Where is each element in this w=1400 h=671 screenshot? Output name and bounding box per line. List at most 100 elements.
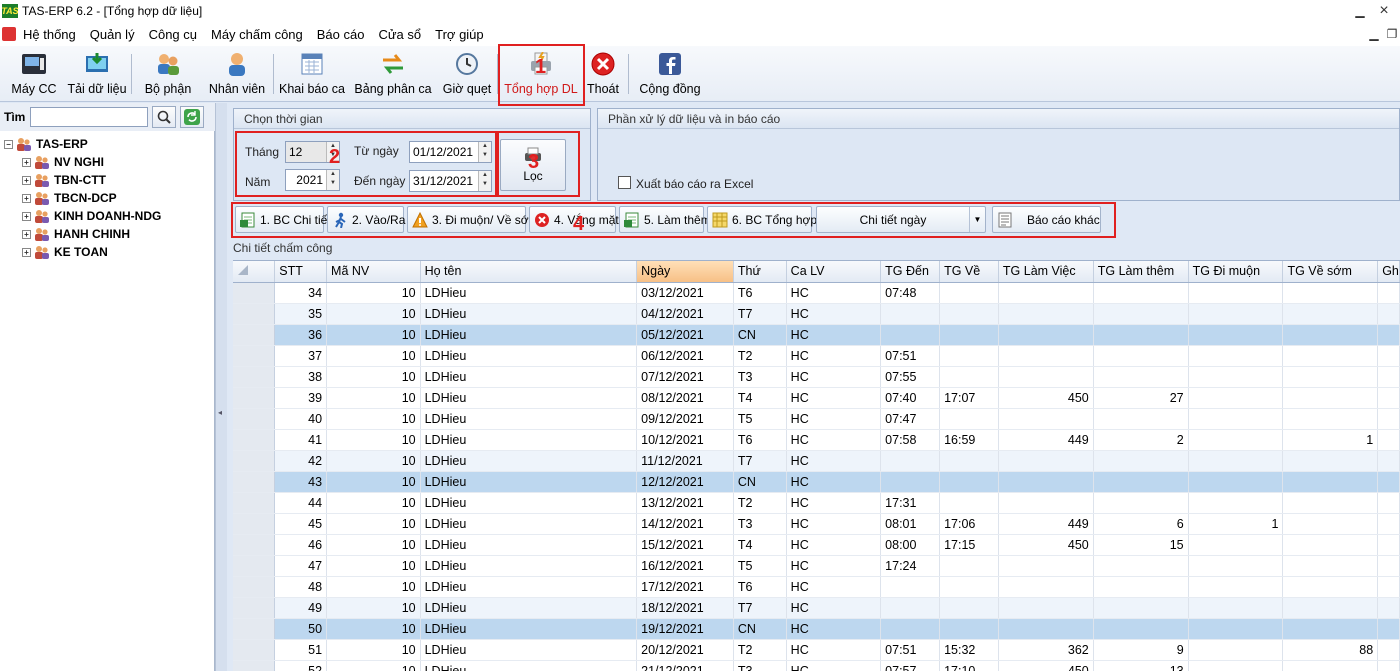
table-cell[interactable]: HC (786, 303, 882, 325)
table-cell[interactable] (939, 408, 999, 430)
table-cell[interactable]: 450 (998, 660, 1094, 671)
table-cell[interactable]: 17:31 (880, 492, 941, 514)
table-cell[interactable] (880, 576, 941, 598)
table-cell[interactable]: LDHieu (420, 282, 638, 304)
nhan-vien-button[interactable]: Nhân viên (206, 48, 268, 100)
table-cell[interactable] (880, 597, 941, 619)
table-cell[interactable]: 14/12/2021 (636, 513, 734, 535)
table-cell[interactable]: 10 (326, 534, 421, 556)
row-indicator[interactable] (233, 492, 276, 514)
table-cell[interactable]: HC (786, 366, 882, 388)
refresh-button[interactable] (180, 106, 204, 128)
table-cell[interactable] (1093, 597, 1189, 619)
table-cell[interactable]: 2 (1093, 429, 1189, 451)
table-cell[interactable]: 09/12/2021 (636, 408, 734, 430)
table-cell[interactable]: 450 (998, 387, 1094, 409)
may-cc-button[interactable]: Máy CC (8, 48, 60, 100)
table-cell[interactable]: HC (786, 471, 882, 493)
table-cell[interactable] (1377, 492, 1400, 514)
table-cell[interactable] (1093, 345, 1189, 367)
table-cell[interactable] (939, 576, 999, 598)
row-indicator[interactable] (233, 471, 276, 493)
table-cell[interactable]: 10 (326, 555, 421, 577)
table-cell[interactable] (1093, 450, 1189, 472)
table-cell[interactable]: 45 (274, 513, 328, 535)
table-cell[interactable]: 1 (1188, 513, 1284, 535)
row-indicator[interactable] (233, 387, 276, 409)
table-cell[interactable] (998, 282, 1094, 304)
table-cell[interactable] (998, 366, 1094, 388)
table-cell[interactable]: 10 (326, 492, 421, 514)
table-cell[interactable]: 449 (998, 513, 1094, 535)
table-cell[interactable]: 06/12/2021 (636, 345, 734, 367)
table-cell[interactable]: 08:00 (880, 534, 941, 556)
table-cell[interactable] (1377, 282, 1400, 304)
table-cell[interactable] (939, 303, 999, 325)
table-cell[interactable]: 34 (274, 282, 328, 304)
table-row[interactable]: 45 10 LDHieu 14/12/2021 T3 HC 08:01 17:06 449 6 1 (233, 513, 1400, 535)
expand-icon[interactable]: + (22, 193, 31, 203)
row-indicator[interactable] (233, 618, 276, 640)
table-cell[interactable] (1093, 282, 1189, 304)
table-cell[interactable]: LDHieu (420, 639, 638, 661)
table-cell[interactable] (1093, 366, 1189, 388)
table-cell[interactable]: HC (786, 660, 882, 671)
table-cell[interactable]: LDHieu (420, 366, 638, 388)
row-indicator[interactable] (233, 555, 276, 577)
table-row[interactable]: 42 10 LDHieu 11/12/2021 T7 HC (233, 450, 1400, 472)
table-cell[interactable]: HC (786, 513, 882, 535)
table-cell[interactable] (1093, 408, 1189, 430)
column-header[interactable]: Ca LV (786, 261, 882, 283)
table-cell[interactable] (1282, 282, 1379, 304)
table-cell[interactable] (1377, 555, 1400, 577)
table-row[interactable]: 43 10 LDHieu 12/12/2021 CN HC (233, 471, 1400, 493)
table-cell[interactable]: 08/12/2021 (636, 387, 734, 409)
table-cell[interactable]: 1 (1282, 429, 1379, 451)
table-cell[interactable]: LDHieu (420, 597, 638, 619)
table-cell[interactable] (939, 282, 999, 304)
table-cell[interactable]: 17:06 (939, 513, 999, 535)
table-cell[interactable]: 08:01 (880, 513, 941, 535)
table-cell[interactable]: 10 (326, 576, 421, 598)
column-header[interactable]: TG Về (939, 261, 999, 283)
table-cell[interactable]: HC (786, 576, 882, 598)
column-header[interactable]: Ngày (636, 261, 734, 283)
table-cell[interactable] (939, 324, 999, 346)
table-cell[interactable]: 13/12/2021 (636, 492, 734, 514)
table-cell[interactable]: CN (733, 471, 787, 493)
table-cell[interactable]: 04/12/2021 (636, 303, 734, 325)
table-cell[interactable] (880, 618, 941, 640)
table-cell[interactable]: 27 (1093, 387, 1189, 409)
table-cell[interactable] (939, 555, 999, 577)
column-header[interactable]: TG Đi muộn (1188, 261, 1284, 283)
table-cell[interactable]: 10 (326, 618, 421, 640)
table-cell[interactable]: HC (786, 450, 882, 472)
table-cell[interactable]: T2 (733, 492, 787, 514)
table-cell[interactable] (1093, 576, 1189, 598)
table-cell[interactable]: 05/12/2021 (636, 324, 734, 346)
table-cell[interactable] (880, 303, 941, 325)
table-cell[interactable] (998, 303, 1094, 325)
table-cell[interactable] (998, 450, 1094, 472)
table-cell[interactable]: 10 (326, 513, 421, 535)
table-cell[interactable]: 10 (326, 639, 421, 661)
table-cell[interactable] (1282, 618, 1379, 640)
table-cell[interactable] (1282, 513, 1379, 535)
table-cell[interactable]: 362 (998, 639, 1094, 661)
menu-may-cham-cong[interactable]: Máy chấm công (204, 27, 310, 42)
table-cell[interactable] (1282, 408, 1379, 430)
table-row[interactable]: 49 10 LDHieu 18/12/2021 T7 HC (233, 597, 1400, 619)
table-cell[interactable] (1377, 387, 1400, 409)
expand-icon[interactable]: + (22, 211, 31, 221)
collapse-icon[interactable]: − (4, 139, 13, 149)
table-cell[interactable]: 10 (326, 660, 421, 671)
table-cell[interactable]: 10 (326, 429, 421, 451)
table-cell[interactable]: LDHieu (420, 303, 638, 325)
table-cell[interactable] (998, 576, 1094, 598)
table-cell[interactable]: T5 (733, 408, 787, 430)
gio-quet-button[interactable]: Giờ quẹt (440, 48, 494, 100)
table-cell[interactable] (1188, 387, 1284, 409)
table-cell[interactable]: 07:57 (880, 660, 941, 671)
table-cell[interactable]: 10 (326, 597, 421, 619)
bo-phan-button[interactable]: Bộ phận (140, 48, 196, 100)
